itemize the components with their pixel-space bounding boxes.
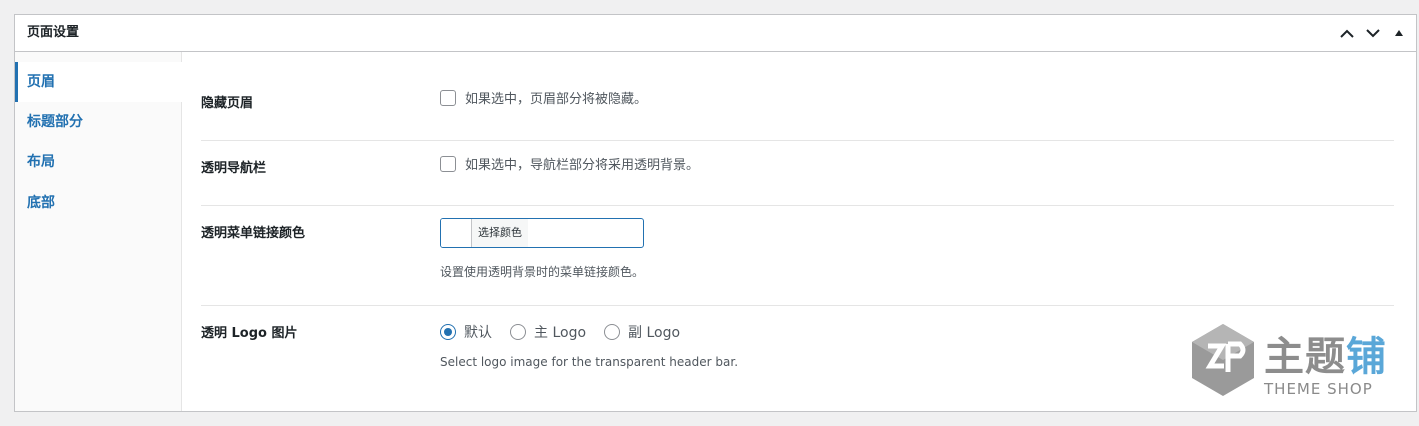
- tab-footer[interactable]: 底部: [15, 183, 181, 223]
- hide-header-checkbox[interactable]: [440, 89, 456, 106]
- chevron-up-icon: [1340, 29, 1354, 38]
- transparent-nav-label: 透明导航栏: [201, 161, 267, 176]
- radio-default-label: 默认: [464, 325, 492, 341]
- transparent-logo-field: 默认 主 Logo 副 Logo Select logo image for t…: [440, 322, 738, 369]
- radio-default[interactable]: [440, 324, 456, 340]
- color-swatch: [441, 219, 472, 247]
- metabox-controls: [1338, 15, 1408, 51]
- collapse-triangle-icon: [1395, 30, 1403, 36]
- logo-radio-group: 默认 主 Logo 副 Logo: [440, 322, 738, 342]
- transparent-logo-description: Select logo image for the transparent he…: [440, 355, 739, 369]
- theme-shop-logo-icon: [1192, 324, 1254, 396]
- radio-main-logo[interactable]: [510, 324, 526, 340]
- toggle-panel-button[interactable]: [1390, 24, 1408, 42]
- watermark-text-gray: 主题: [1264, 334, 1346, 380]
- theme-shop-watermark: 主题铺 THEME SHOP: [1188, 322, 1398, 402]
- hide-header-checkbox-text: 如果选中，页眉部分将被隐藏。: [465, 92, 648, 107]
- move-down-button[interactable]: [1364, 24, 1382, 42]
- menu-link-color-description: 设置使用透明背景时的菜单链接颜色。: [440, 265, 645, 279]
- transparent-logo-label: 透明 Logo 图片: [201, 326, 298, 341]
- move-up-button[interactable]: [1338, 24, 1356, 42]
- setting-row-transparent-nav: 透明导航栏 如果选中，导航栏部分将采用透明背景。: [201, 140, 1394, 206]
- hide-header-option: 如果选中，页眉部分将被隐藏。: [440, 88, 647, 107]
- select-color-label: 选择颜色: [472, 219, 528, 247]
- hide-header-label: 隐藏页眉: [201, 96, 254, 111]
- menu-link-color-field: 选择颜色 设置使用透明背景时的菜单链接颜色。: [440, 218, 645, 280]
- transparent-nav-field: 如果选中，导航栏部分将采用透明背景。: [440, 154, 699, 173]
- select-color-button[interactable]: 选择颜色: [440, 218, 645, 248]
- metabox-header: 页面设置: [15, 15, 1416, 52]
- logo-option-default[interactable]: 默认: [440, 322, 492, 342]
- hide-header-field: 如果选中，页眉部分将被隐藏。: [440, 88, 647, 107]
- transparent-nav-checkbox[interactable]: [440, 155, 456, 172]
- transparent-nav-checkbox-text: 如果选中，导航栏部分将采用透明背景。: [465, 158, 700, 173]
- setting-row-menu-link-color: 透明菜单链接颜色 选择颜色 设置使用透明背景时的菜单链接颜色。: [201, 205, 1394, 306]
- transparent-nav-option: 如果选中，导航栏部分将采用透明背景。: [440, 154, 699, 173]
- setting-row-hide-header: 隐藏页眉 如果选中，页眉部分将被隐藏。: [201, 52, 1394, 141]
- menu-link-color-label: 透明菜单链接颜色: [201, 226, 306, 241]
- watermark-subtext: THEME SHOP: [1264, 380, 1373, 398]
- metabox-title: 页面设置: [27, 25, 80, 40]
- chevron-down-icon: [1366, 28, 1380, 37]
- radio-secondary-logo-label: 副 Logo: [628, 325, 681, 341]
- logo-option-main[interactable]: 主 Logo: [510, 322, 586, 342]
- tab-title-section[interactable]: 标题部分: [15, 102, 181, 142]
- radio-secondary-logo[interactable]: [604, 324, 621, 340]
- watermark-text: 主题铺: [1264, 324, 1387, 382]
- tab-layout[interactable]: 布局: [15, 142, 181, 182]
- tab-header[interactable]: 页眉: [15, 62, 182, 102]
- settings-tabs-sidebar: 页眉 标题部分 布局 底部: [15, 52, 182, 411]
- logo-option-secondary[interactable]: 副 Logo: [604, 322, 680, 342]
- radio-main-logo-label: 主 Logo: [534, 325, 587, 341]
- watermark-text-blue: 铺: [1346, 334, 1387, 380]
